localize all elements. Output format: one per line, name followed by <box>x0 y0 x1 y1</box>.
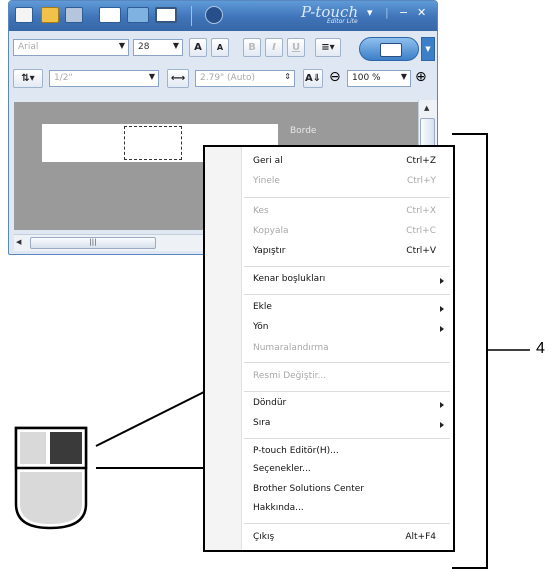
menu-separator <box>244 391 450 392</box>
submenu-arrow-icon <box>440 402 444 408</box>
menu-item-about[interactable]: Hakkında... <box>253 503 304 513</box>
submenu-arrow-icon <box>440 326 444 332</box>
menu-separator <box>244 523 450 524</box>
menu-item-insert[interactable]: Ekle <box>253 302 272 312</box>
callout-number: 4 <box>536 340 545 357</box>
submenu-arrow-icon <box>440 306 444 312</box>
menu-item-numbering[interactable]: Numaralandırma <box>253 343 329 353</box>
menu-shortcut-redo: Ctrl+Y <box>406 176 436 186</box>
menu-item-paste[interactable]: Yapıştır <box>253 246 285 256</box>
menu-item-copy[interactable]: Kopyala <box>253 226 289 236</box>
menu-shortcut-cut: Ctrl+X <box>406 206 436 216</box>
menu-separator <box>244 294 450 295</box>
context-menu-gutter <box>205 147 242 550</box>
menu-item-cut[interactable]: Kes <box>253 206 269 216</box>
menu-separator <box>244 266 450 267</box>
submenu-arrow-icon <box>440 278 444 284</box>
menu-shortcut-undo: Ctrl+Z <box>406 156 436 166</box>
menu-item-undo[interactable]: Geri al <box>253 156 283 166</box>
menu-item-change-picture[interactable]: Resmi Değiştir... <box>253 371 326 381</box>
menu-separator <box>244 197 450 198</box>
menu-shortcut-copy: Ctrl+C <box>406 226 436 236</box>
menu-shortcut-exit: Alt+F4 <box>405 532 436 542</box>
menu-item-direction[interactable]: Yön <box>253 322 269 332</box>
menu-item-brother-solutions-center[interactable]: Brother Solutions Center <box>253 484 364 494</box>
menu-item-order[interactable]: Sıra <box>253 418 270 428</box>
submenu-arrow-icon <box>440 422 444 428</box>
menu-item-ptouch-editor[interactable]: P-touch Editör(H)... <box>253 446 339 456</box>
menu-item-rotate[interactable]: Döndür <box>253 398 286 408</box>
menu-shortcut-paste: Ctrl+V <box>406 246 436 256</box>
menu-separator <box>244 362 450 363</box>
mouse-leader-line-upper <box>95 391 205 447</box>
menu-item-options[interactable]: Seçenekler... <box>253 464 311 474</box>
mouse-icon <box>14 426 88 530</box>
menu-item-redo[interactable]: Yinele <box>253 176 280 186</box>
menu-separator <box>244 438 450 439</box>
menu-item-exit[interactable]: Çıkış <box>253 532 274 542</box>
callout-bracket <box>452 133 488 569</box>
menu-item-margins[interactable]: Kenar boşlukları <box>253 274 325 284</box>
